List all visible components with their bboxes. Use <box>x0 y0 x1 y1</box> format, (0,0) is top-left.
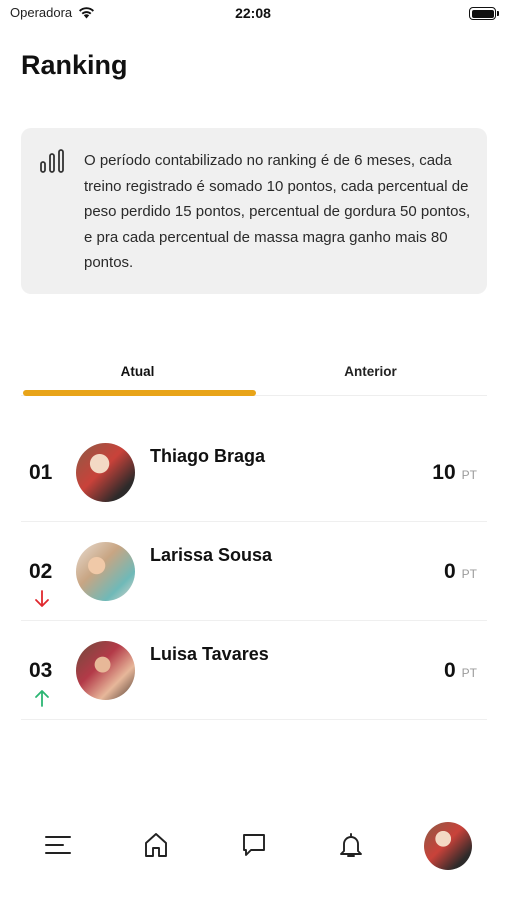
points: 0 PT <box>444 659 477 683</box>
ranking-list: 01 Thiago Braga 10 PT 02 Larissa Sousa 0… <box>21 423 487 720</box>
rank-position: 01 <box>29 461 53 484</box>
ranking-screen: Operadora 22:08 Ranking O período contab… <box>0 0 506 900</box>
points: 10 PT <box>432 461 477 485</box>
arrow-up-icon <box>35 690 49 707</box>
ranking-row[interactable]: 01 Thiago Braga 10 PT <box>21 423 487 522</box>
points-unit: PT <box>461 468 477 482</box>
page-title: Ranking <box>21 50 128 80</box>
avatar <box>76 641 135 700</box>
chat-icon[interactable] <box>239 830 269 860</box>
info-card: O período contabilizado no ranking é de … <box>21 128 487 294</box>
tab-anterior[interactable]: Anterior <box>254 350 487 396</box>
points-unit: PT <box>461 666 477 680</box>
points-unit: PT <box>461 567 477 581</box>
rank-position: 03 <box>29 659 53 682</box>
ranking-row[interactable]: 02 Larissa Sousa 0 PT <box>21 522 487 621</box>
bar-chart-icon <box>40 149 64 173</box>
points-value: 0 <box>443 659 456 682</box>
ranking-row[interactable]: 03 Luisa Tavares 0 PT <box>21 621 487 720</box>
points: 0 PT <box>444 560 477 584</box>
profile-avatar[interactable] <box>424 822 472 870</box>
menu-icon[interactable] <box>43 830 73 860</box>
home-icon[interactable] <box>141 830 171 860</box>
athlete-name: Larissa Sousa <box>150 545 273 565</box>
rank-position: 02 <box>29 560 53 583</box>
period-tabs: Atual Anterior <box>21 350 487 396</box>
status-bar: Operadora 22:08 <box>0 0 506 30</box>
clock: 22:08 <box>235 5 271 21</box>
battery-icon <box>469 7 499 20</box>
avatar <box>76 443 135 502</box>
active-tab-indicator <box>23 390 256 396</box>
bottom-nav <box>0 820 506 876</box>
athlete-name: Luisa Tavares <box>150 644 269 664</box>
points-value: 10 <box>432 461 456 484</box>
avatar <box>76 542 135 601</box>
bell-icon[interactable] <box>336 830 366 860</box>
ranking-rules-text: O período contabilizado no ranking é de … <box>84 152 471 271</box>
arrow-down-icon <box>35 590 49 607</box>
points-value: 0 <box>443 560 456 583</box>
athlete-name: Thiago Braga <box>150 446 266 466</box>
